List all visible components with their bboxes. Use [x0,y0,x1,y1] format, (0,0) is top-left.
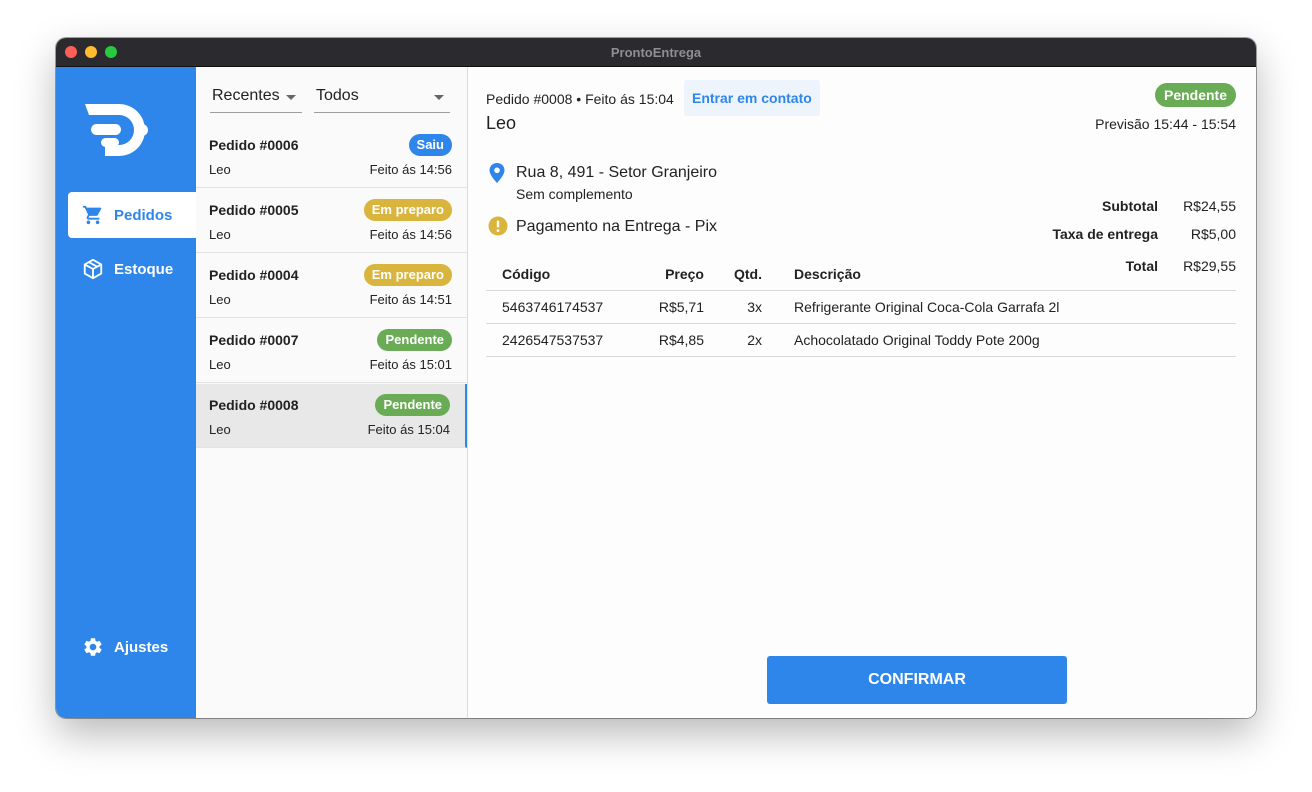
order-title: Pedido #0005 [209,202,299,218]
order-detail-panel: Pedido #0008 • Feito ás 15:04 Entrar em … [468,67,1256,718]
period-filter-select[interactable]: Recentes [210,84,302,113]
order-customer: Leo [209,227,231,242]
location-pin-icon [489,163,505,183]
item-code: 5463746174537 [486,290,642,324]
sidebar: Pedidos Estoque Ajustes [56,67,196,718]
chevron-down-icon [286,95,296,100]
order-list-item-selected[interactable]: Pedido #0008 Pendente Leo Feito ás 15:04 [196,384,467,448]
table-header-row: Código Preço Qtd. Descrição [486,257,1236,291]
cart-icon [82,205,102,225]
order-title: Pedido #0008 [209,397,299,413]
sidebar-item-label: Estoque [114,260,174,278]
item-price: R$5,71 [642,290,704,324]
subtotal-value: R$24,55 [1183,198,1236,214]
sidebar-item-label: Pedidos [114,206,173,224]
status-badge: Pendente [377,329,452,351]
warning-icon [488,216,508,236]
order-time: Feito ás 14:56 [369,227,452,242]
payment-method: Pagamento na Entrega - Pix [516,218,718,235]
item-qty: 3x [704,290,762,324]
app-window: ProntoEntrega Pedidos Estoque Ajustes Re… [56,38,1256,718]
status-badge: Pendente [1154,83,1236,107]
column-header-price: Preço [642,257,704,291]
orders-panel: Recentes Todos Pedido #0006 Saiu Leo Fei… [196,67,468,718]
status-filter-value: Todos [316,87,359,104]
item-code: 2426547537537 [486,323,642,357]
order-title: Pedido #0007 [209,332,299,348]
item-description: Refrigerante Original Coca-Cola Garrafa … [762,290,1236,324]
status-badge: Saiu [408,134,452,156]
contact-button[interactable]: Entrar em contato [684,80,820,116]
table-row: 2426547537537 R$4,85 2x Achocolatado Ori… [486,323,1236,357]
item-price: R$4,85 [642,323,704,357]
order-items-table: Código Preço Qtd. Descrição 546374617453… [486,257,1236,357]
order-list-item[interactable]: Pedido #0005 Em preparo Leo Feito ás 14:… [196,189,467,253]
delivery-fee-value: R$5,00 [1190,226,1236,242]
order-list-item[interactable]: Pedido #0007 Pendente Leo Feito ás 15:01 [196,319,467,383]
order-customer: Leo [209,422,231,437]
column-header-description: Descrição [762,257,1236,291]
window-title: ProntoEntrega [610,45,702,60]
order-time: Feito ás 15:04 [367,422,450,437]
column-header-qty: Qtd. [704,257,762,291]
order-customer: Leo [209,162,231,177]
order-time: Feito ás 15:01 [369,357,452,372]
column-header-code: Código [486,257,642,291]
sidebar-item-ajustes[interactable]: Ajustes [68,624,196,670]
delivery-fee-label: Taxa de entrega [1052,226,1158,242]
item-qty: 2x [704,323,762,357]
gear-icon [84,638,102,656]
period-filter-value: Recentes [212,87,280,104]
item-description: Achocolatado Original Toddy Pote 200g [762,323,1236,357]
order-detail-header: Pedido #0008 • Feito ás 15:04 [486,91,674,107]
status-badge: Em preparo [363,199,452,221]
order-list-item[interactable]: Pedido #0006 Saiu Leo Feito ás 14:56 [196,124,467,188]
order-title: Pedido #0006 [209,137,299,153]
order-time: Feito ás 14:56 [369,162,452,177]
order-customer: Leo [209,357,231,372]
delivery-address: Rua 8, 491 - Setor Granjeiro [516,164,717,181]
order-title: Pedido #0004 [209,267,299,283]
order-customer-name: Leo [486,113,517,133]
confirm-button[interactable]: CONFIRMAR [767,656,1067,704]
subtotal-label: Subtotal [1102,198,1158,214]
table-row: 5463746174537 R$5,71 3x Refrigerante Ori… [486,290,1236,324]
prontoentrega-logo [85,104,148,156]
order-list-item[interactable]: Pedido #0004 Em preparo Leo Feito ás 14:… [196,254,467,318]
chevron-down-icon [434,95,444,100]
delivery-forecast: Previsão 15:44 - 15:54 [1095,116,1236,132]
sidebar-item-label: Ajustes [114,638,169,656]
sidebar-item-pedidos[interactable]: Pedidos [68,192,196,238]
status-filter-select[interactable]: Todos [314,84,450,113]
order-customer: Leo [209,292,231,307]
status-badge: Pendente [375,394,450,416]
box-icon [83,258,103,280]
order-time: Feito ás 14:51 [369,292,452,307]
address-complement: Sem complemento [516,186,633,202]
title-bar: ProntoEntrega [56,38,1256,67]
status-badge: Em preparo [363,264,452,286]
sidebar-item-estoque[interactable]: Estoque [68,246,196,292]
